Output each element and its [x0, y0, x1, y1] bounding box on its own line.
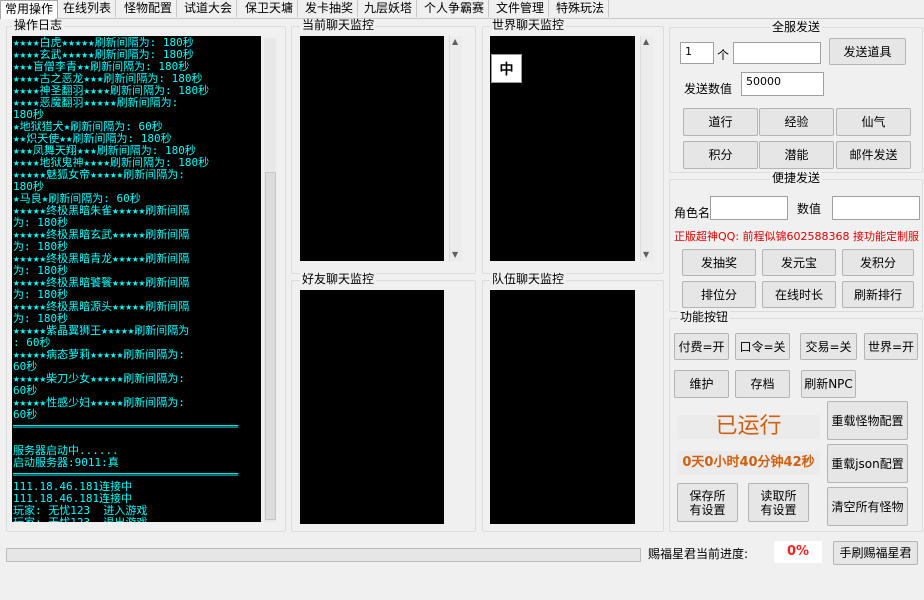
payment-toggle-button[interactable]: 付费=开 [674, 333, 729, 360]
log-text: ★★★★白虎★★★★★刷新间隔为: 180秒 ★★★★玄武★★★★★刷新间隔为:… [13, 36, 239, 523]
log-scrollbar[interactable] [264, 38, 276, 522]
password-toggle-button[interactable]: 口令=关 [735, 333, 790, 360]
save-all-settings-button[interactable]: 保存所有设置 [677, 483, 738, 522]
uptime-display: 0天0小时40分钟42秒 [677, 451, 820, 475]
log-title: 操作日志 [12, 18, 65, 32]
send-lottery-button[interactable]: 发抽奖 [682, 249, 756, 276]
tab-defend-tianyong[interactable]: 保卫天墉 [241, 0, 299, 17]
world-chat-scrollbar[interactable]: ▲ ▼ [640, 36, 653, 261]
send-value-label: 发送数值 [684, 82, 733, 96]
tab-bar: 常用操作 在线列表 怪物配置 试道大会 保卫天墉 发卡抽奖 九层妖塔 个人争霸赛… [0, 0, 924, 19]
tab-trial-tournament[interactable]: 试道大会 [180, 0, 238, 17]
refresh-ranking-button[interactable]: 刷新排行 [842, 281, 914, 308]
mail-send-button[interactable]: 邮件发送 [836, 141, 911, 169]
item-input[interactable] [733, 42, 821, 64]
load-all-settings-button[interactable]: 读取所有设置 [748, 483, 809, 522]
tab-monster-config[interactable]: 怪物配置 [120, 0, 178, 17]
contact-notice: 正版超神QQ: 前程似锦602588368 接功能定制服 [674, 230, 920, 243]
save-button[interactable]: 存档 [735, 370, 790, 398]
running-status: 已运行 [677, 415, 820, 439]
blessing-progress-bar [6, 548, 641, 562]
potential-button[interactable]: 潜能 [759, 141, 834, 169]
clear-monsters-button[interactable]: 清空所有怪物 [827, 487, 908, 526]
scroll-up-icon[interactable]: ▲ [452, 38, 458, 46]
experience-button[interactable]: 经验 [759, 108, 834, 136]
tab-online-list[interactable]: 在线列表 [59, 0, 117, 17]
world-chat-title: 世界聊天监控 [490, 18, 567, 32]
tab-personal-contest[interactable]: 个人争霸赛 [420, 0, 490, 17]
scroll-down-icon[interactable]: ▼ [643, 251, 649, 259]
server-send-title: 全服发送 [770, 20, 823, 34]
world-toggle-button[interactable]: 世界=开 [864, 333, 918, 360]
send-points-button[interactable]: 发积分 [842, 249, 914, 276]
amount-input[interactable] [832, 196, 920, 220]
current-chat-box[interactable] [300, 36, 444, 261]
tab-file-manage[interactable]: 文件管理 [492, 0, 550, 17]
reload-monster-button[interactable]: 重载怪物配置 [827, 401, 908, 440]
function-title: 功能按钮 [678, 310, 731, 324]
send-ingot-button[interactable]: 发元宝 [762, 249, 836, 276]
team-chat-title: 队伍聊天监控 [490, 272, 567, 286]
quick-send-title: 便捷发送 [770, 171, 823, 185]
quantity-input[interactable]: 1 [680, 42, 714, 64]
manual-blessing-button[interactable]: 手刷赐福星君 [833, 541, 918, 565]
role-name-label: 角色名 [674, 206, 711, 220]
reload-json-button[interactable]: 重载json配置 [827, 444, 908, 483]
amount-label: 数值 [797, 202, 822, 216]
send-value-input[interactable]: 50000 [741, 72, 824, 96]
log-output[interactable]: ★★★★白虎★★★★★刷新间隔为: 180秒 ★★★★玄武★★★★★刷新间隔为:… [12, 36, 261, 522]
send-item-button[interactable]: 发送道具 [829, 38, 906, 65]
friends-chat-box[interactable] [300, 290, 444, 524]
team-chat-box[interactable] [490, 290, 635, 524]
ime-indicator: 中 [491, 54, 522, 83]
quantity-unit: 个 [717, 48, 730, 62]
exp-path-button[interactable]: 道行 [683, 108, 758, 136]
rank-points-button[interactable]: 排位分 [682, 281, 756, 308]
blessing-progress-label: 赐福星君当前进度: [648, 547, 749, 561]
immortal-qi-button[interactable]: 仙气 [836, 108, 911, 136]
scroll-down-icon[interactable]: ▼ [452, 251, 458, 259]
points-button[interactable]: 积分 [683, 141, 758, 169]
tab-common-ops[interactable]: 常用操作 [0, 0, 59, 19]
current-chat-title: 当前聊天监控 [300, 18, 377, 32]
maintenance-button[interactable]: 维护 [674, 370, 729, 398]
tab-nine-tower[interactable]: 九层妖塔 [360, 0, 418, 17]
tab-card-lottery[interactable]: 发卡抽奖 [301, 0, 359, 17]
trade-toggle-button[interactable]: 交易=关 [800, 333, 857, 360]
blessing-progress-value: 0% [774, 541, 822, 563]
refresh-npc-button[interactable]: 刷新NPC [801, 370, 856, 398]
log-scroll-thumb[interactable] [265, 172, 276, 520]
friends-chat-title: 好友聊天监控 [300, 272, 377, 286]
online-time-button[interactable]: 在线时长 [762, 281, 836, 308]
role-name-input[interactable] [710, 196, 788, 220]
tab-special-play[interactable]: 特殊玩法 [552, 0, 610, 17]
current-chat-scrollbar[interactable]: ▲ ▼ [449, 36, 462, 261]
scroll-up-icon[interactable]: ▲ [643, 38, 649, 46]
